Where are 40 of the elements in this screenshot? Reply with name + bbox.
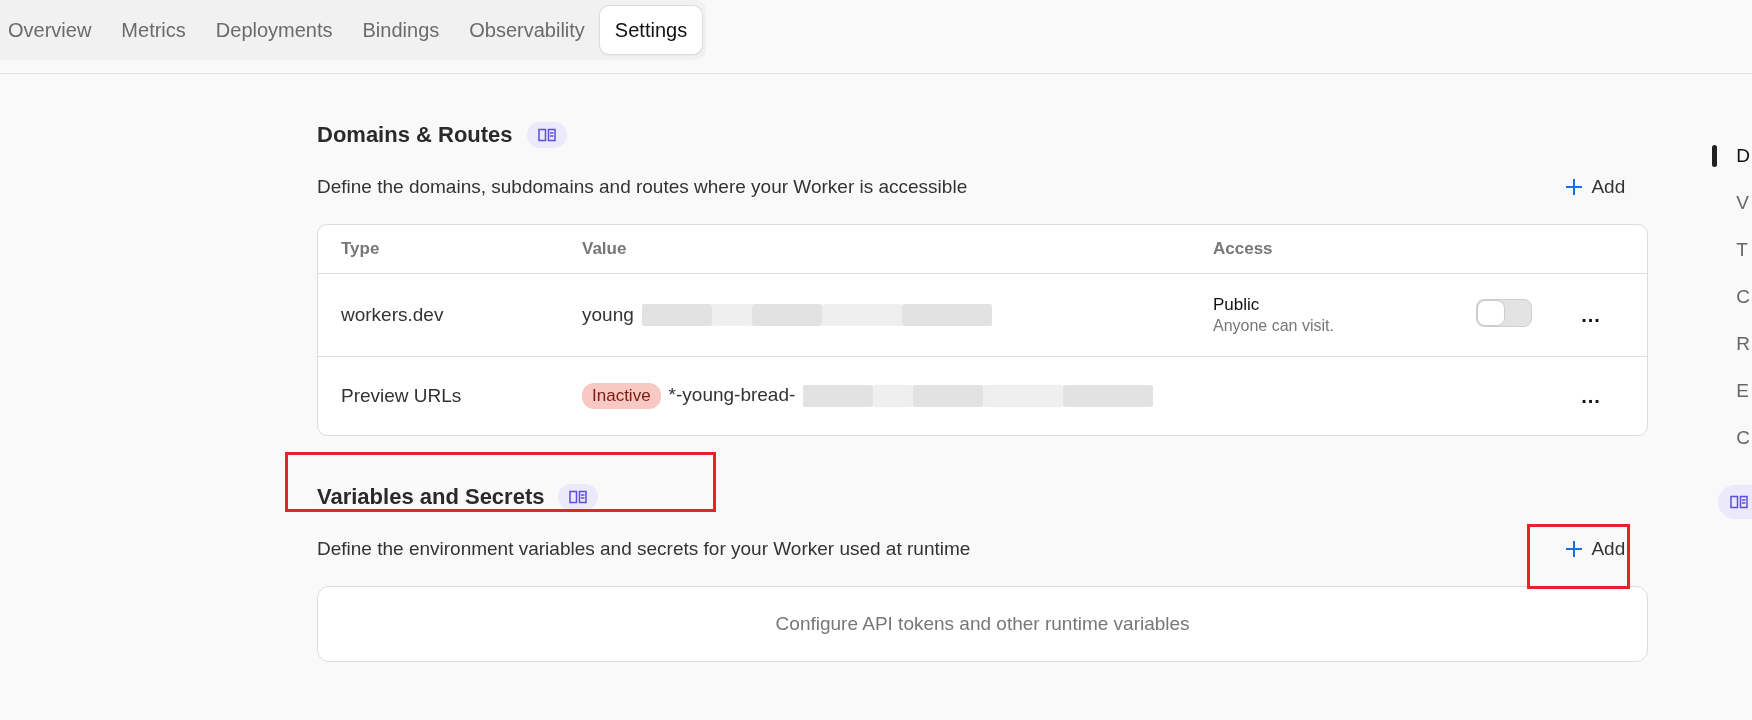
access-note: Anyone can visit. bbox=[1213, 317, 1335, 335]
nav-link[interactable]: D bbox=[1712, 132, 1752, 179]
docs-badge[interactable] bbox=[526, 122, 567, 148]
status-badge: Inactive bbox=[582, 383, 661, 409]
section-description: Define the environment variables and secrets for your Worker used at runtime bbox=[317, 538, 971, 560]
plus-icon bbox=[1565, 178, 1584, 196]
nav-link[interactable]: C bbox=[1712, 273, 1752, 320]
book-icon bbox=[1730, 495, 1749, 509]
table-cell: *-young-bread- bbox=[668, 384, 796, 405]
tab[interactable]: Metrics bbox=[106, 6, 201, 54]
add-button[interactable]: Add bbox=[1565, 176, 1626, 198]
section-title: Domains & Routes bbox=[317, 122, 513, 148]
nav-link[interactable]: C bbox=[1712, 414, 1752, 461]
nav-link[interactable]: T bbox=[1712, 226, 1752, 273]
more-button[interactable]: ... bbox=[1577, 384, 1605, 408]
column-header: Type bbox=[341, 239, 380, 258]
empty-state-text: Configure API tokens and other runtime variables bbox=[775, 613, 1190, 634]
access-label: Public bbox=[1213, 295, 1261, 315]
tab[interactable]: Overview bbox=[0, 6, 107, 54]
column-header: Access bbox=[1213, 239, 1273, 258]
tab[interactable]: Bindings bbox=[347, 6, 455, 54]
column-header: Value bbox=[582, 239, 627, 258]
nav-link[interactable]: E bbox=[1712, 367, 1752, 414]
tab[interactable]: Settings bbox=[599, 6, 703, 54]
docs-badge[interactable] bbox=[558, 484, 599, 510]
tab[interactable]: Deployments bbox=[200, 6, 348, 54]
table-cell: workers.dev bbox=[341, 304, 444, 325]
tab[interactable]: Observability bbox=[454, 6, 600, 54]
section-title: Variables and Secrets bbox=[317, 484, 545, 510]
nav-link[interactable]: V bbox=[1712, 179, 1752, 226]
more-button[interactable]: ... bbox=[1577, 303, 1605, 327]
table-cell: young bbox=[582, 303, 634, 325]
book-icon bbox=[537, 128, 556, 142]
nav-link[interactable]: R bbox=[1712, 320, 1752, 367]
toggle-switch[interactable] bbox=[1476, 299, 1533, 327]
table-cell: Preview URLs bbox=[341, 385, 462, 406]
book-icon bbox=[569, 490, 588, 504]
plus-icon bbox=[1565, 540, 1584, 558]
add-button[interactable]: Add bbox=[1565, 538, 1626, 560]
section-description: Define the domains, subdomains and routes where your Worker is accessible bbox=[317, 176, 968, 198]
